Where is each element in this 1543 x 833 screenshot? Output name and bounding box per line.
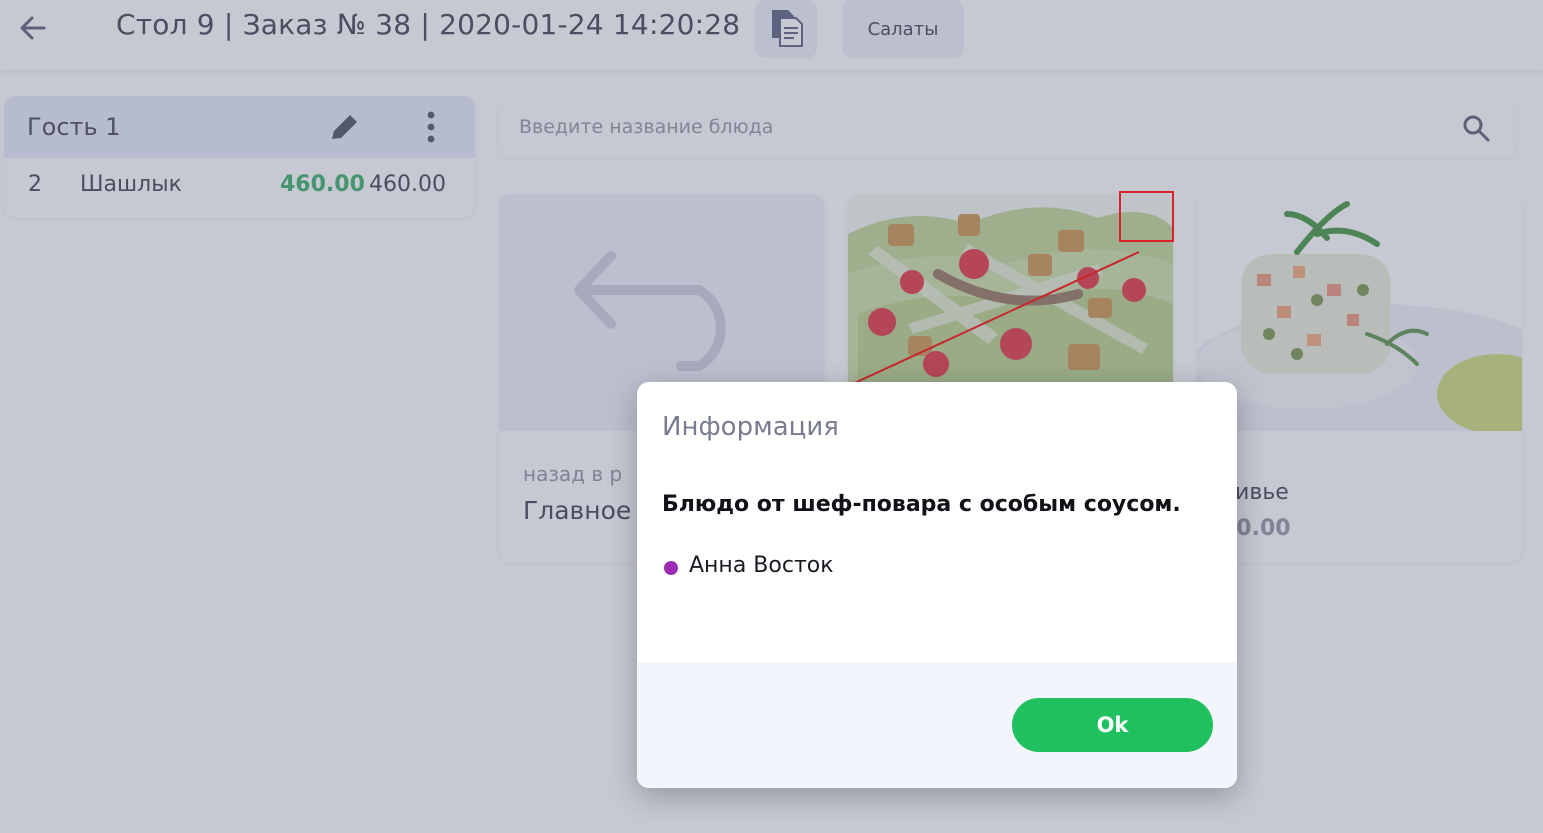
author-status-dot: [664, 561, 678, 575]
ok-button[interactable]: Ok: [1012, 698, 1213, 752]
dialog-author: Анна Восток: [689, 553, 834, 578]
info-dialog: Информация Блюдо от шеф-повара с особым …: [637, 382, 1237, 788]
dialog-footer: Ok: [637, 662, 1237, 788]
dialog-title: Информация: [662, 412, 839, 442]
highlight-marker: [1119, 191, 1174, 242]
dialog-message: Блюдо от шеф-повара с особым соусом.: [662, 492, 1181, 517]
